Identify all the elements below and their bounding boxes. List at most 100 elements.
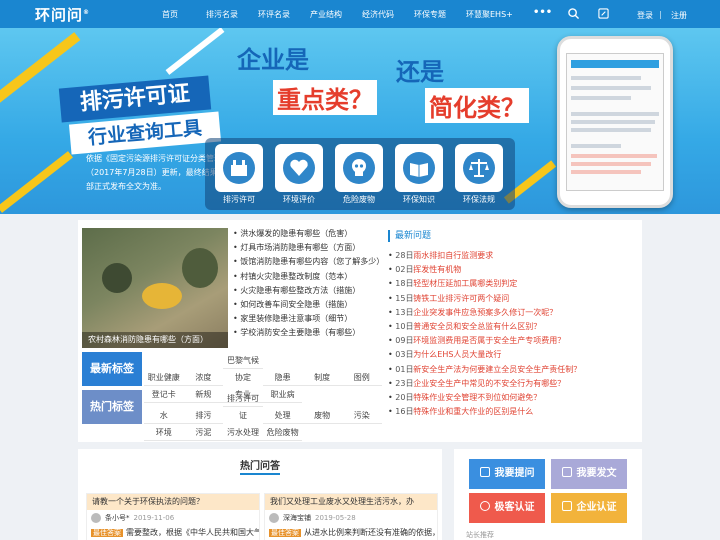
nav-industry[interactable]: 产业结构 (310, 9, 362, 20)
phone-line (571, 96, 631, 100)
phone-line (571, 162, 651, 166)
phone-line (571, 154, 657, 158)
hazard-item[interactable]: • 火灾隐患有哪些整改方法（措施） (233, 285, 383, 299)
hazard-item[interactable]: • 村镇火灾隐患整改制度（范本） (233, 271, 383, 285)
more-menu-icon[interactable]: ••• (533, 7, 552, 18)
hazard-photo[interactable]: 农村森林消防隐患有哪些（方面） (82, 228, 228, 348)
tag[interactable]: 职业健康 (144, 369, 184, 386)
tag[interactable]: 排污 (183, 407, 224, 424)
nav-ehs[interactable]: 环慧聚EHS+ (466, 9, 538, 20)
tool-eia[interactable]: 环境评价 (273, 144, 325, 204)
tool-regulations[interactable]: 环保法规 (453, 144, 505, 204)
question-row[interactable]: • 28日雨水排扣自行监测要求 (388, 250, 638, 264)
user-icon (479, 501, 490, 511)
hazard-item[interactable]: • 饭馆消防隐患有哪些内容（您了解多少） (233, 256, 383, 270)
tag[interactable]: 排污许可证 (223, 390, 263, 420)
tag[interactable]: 图例 (341, 369, 382, 386)
question-row[interactable]: • 09日环境监测费用是否属于安全生产专项费用？ (388, 335, 638, 349)
question-row[interactable]: • 16日特殊作业和重大作业的区别是什么 (388, 406, 638, 420)
tag[interactable]: 污染 (341, 407, 382, 424)
question-row[interactable]: • 18日轻型材压延加工属哪类别判定 (388, 278, 638, 292)
tool-label: 环保法规 (463, 195, 495, 204)
question-row[interactable]: • 20日特殊作业安全管理不到位如何避免？ (388, 392, 638, 406)
book-icon (395, 144, 443, 192)
hero-banner[interactable]: 企业是 重点类？ 还是 简化类？ 排污许可证 行业查询工具 依据《固定污染源排污… (0, 28, 720, 214)
tag[interactable]: 废物 (302, 407, 342, 424)
tool-label: 危险废物 (343, 195, 375, 204)
phone-line (571, 86, 651, 90)
question-row[interactable]: • 23日企业安全生产中常见的不安全行为有哪些？ (388, 378, 638, 392)
question-row[interactable]: • 13日企业突发事件应急预案多久修订一次呢？ (388, 307, 638, 321)
login-link[interactable]: 登录 (637, 10, 653, 21)
register-link[interactable]: 注册 (671, 10, 687, 21)
question-row[interactable]: • 10日普通安全员和安全总监有什么区别？ (388, 321, 638, 335)
hazard-item[interactable]: • 家里装修隐患注意事项（细节） (233, 313, 383, 327)
tag[interactable]: 危险废物 (262, 424, 303, 441)
action-panel: 我要提问 我要发文 极客认证 企业认证 站长推荐 (454, 449, 642, 540)
hazard-item[interactable]: • 学校消防安全主要隐患（有哪些） (233, 327, 383, 341)
qa-card[interactable]: 我们又处理工业废水又处理生活污水，办 深海宝铺 2019-05-28 最佳答案 从进… (264, 493, 438, 540)
hazard-item[interactable]: • 如何改善车间安全隐患（措施） (233, 299, 383, 313)
photo-detail (182, 248, 218, 288)
hot-qa-panel: 热门问答 请教一个关于环保执法的问题？ 条小号* 2019-11-06 最佳答案需… (78, 449, 442, 540)
qa-question[interactable]: 我们又处理工业废水又处理生活污水，办 (265, 494, 437, 510)
question-row[interactable]: • 03日为什么EHS人员大量改行 (388, 349, 638, 363)
geek-cert-button[interactable]: 极客认证 (469, 493, 545, 523)
newest-tags-label: 最新标签 (82, 352, 142, 386)
tag[interactable]: 水 (144, 407, 184, 424)
nav-separator: | (659, 10, 662, 19)
tag[interactable]: 浓度 (183, 369, 224, 386)
search-icon[interactable] (568, 8, 579, 19)
heart-hand-icon (275, 144, 323, 192)
post-article-button[interactable]: 我要发文 (551, 459, 627, 489)
latest-questions-title: 最新问题 (388, 230, 638, 242)
site-logo[interactable]: 环问问® (35, 4, 90, 25)
tool-knowledge[interactable]: 环保知识 (393, 144, 445, 204)
tag[interactable]: 处理 (262, 407, 303, 424)
ask-question-button[interactable]: 我要提问 (469, 459, 545, 489)
decor-stripe (165, 28, 225, 75)
question-row[interactable]: • 15日铸铁工业排污许可两个疑问 (388, 293, 638, 307)
qa-meta: 条小号* 2019-11-06 (87, 510, 259, 526)
photo-caption[interactable]: 农村森林消防隐患有哪些（方面） (82, 332, 228, 348)
phone-mockup (557, 36, 673, 208)
qa-answer: 最佳答案需要整改，根据《中华人民共和国大气污染 (91, 528, 259, 537)
latest-questions: 最新问题 • 28日雨水排扣自行监测要求 • 02日挥发性有机物 • 18日轻型… (388, 230, 638, 420)
tag[interactable]: 巴黎气候协定 (223, 352, 263, 382)
title-underline (240, 473, 280, 475)
nav-discharge-list[interactable]: 排污名录 (206, 9, 258, 20)
nav-home[interactable]: 首页 (162, 9, 206, 20)
hazard-item[interactable]: • 灯具市场消防隐患有哪些（方面） (233, 242, 383, 256)
tag[interactable]: 污水处理 (223, 424, 263, 441)
tag[interactable]: 环境 (144, 424, 184, 441)
best-answer-badge: 最佳答案 (269, 529, 301, 537)
nav-links: 首页 排污名录 环评名录 产业结构 经济代码 环保专题 环慧聚EHS+ (162, 0, 538, 28)
scale-icon (455, 144, 503, 192)
hot-qa-title: 热门问答 (240, 461, 280, 472)
hazard-item[interactable]: • 洪水爆发的隐患有哪些（危害） (233, 228, 383, 242)
qa-question[interactable]: 请教一个关于环保执法的问题？ (87, 494, 259, 510)
nav-topics[interactable]: 环保专题 (414, 9, 466, 20)
tool-discharge-permit[interactable]: 排污许可 (213, 144, 265, 204)
phone-screen (566, 53, 664, 191)
tool-label: 环境评价 (283, 195, 315, 204)
photo-detail (102, 263, 132, 293)
phone-line (571, 128, 651, 132)
pen-icon (561, 467, 572, 477)
tool-label: 排污许可 (223, 195, 255, 204)
phone-line (571, 120, 655, 124)
factory-icon (215, 144, 263, 192)
tag[interactable]: 污泥 (183, 424, 224, 441)
nav-eia-list[interactable]: 环评名录 (258, 9, 310, 20)
nav-econ-code[interactable]: 经济代码 (362, 9, 414, 20)
question-row[interactable]: • 02日挥发性有机物 (388, 264, 638, 278)
question-row[interactable]: • 01日新安全生产法为何要建立全员安全生产责任制？ (388, 364, 638, 378)
decor-stripe (0, 151, 73, 213)
tool-hazardous-waste[interactable]: 危险废物 (333, 144, 385, 204)
tag[interactable]: 隐患 (262, 369, 303, 386)
edit-icon[interactable] (598, 8, 609, 19)
qa-card[interactable]: 请教一个关于环保执法的问题？ 条小号* 2019-11-06 最佳答案 需要整改，根… (86, 493, 260, 540)
tag[interactable]: 制度 (302, 369, 342, 386)
hot-tags: 水排污排污许可证 处理 废物 污染环境 污泥 污水处理 危险废物 (144, 390, 382, 441)
enterprise-cert-button[interactable]: 企业认证 (551, 493, 627, 523)
